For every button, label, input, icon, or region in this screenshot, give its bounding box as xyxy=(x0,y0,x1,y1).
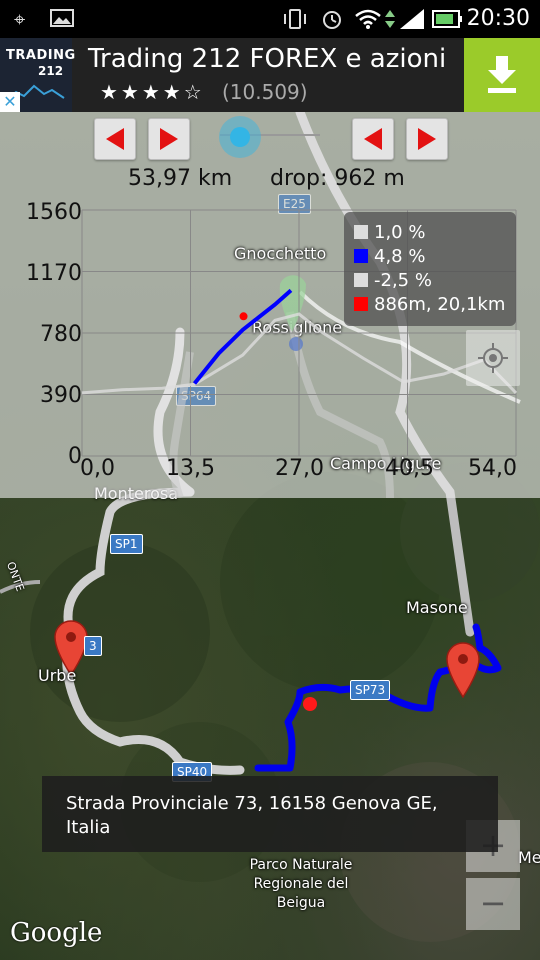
legend-swatch xyxy=(354,297,368,311)
my-location-button[interactable] xyxy=(466,330,520,386)
place-label: Me xyxy=(518,848,540,867)
series-line xyxy=(192,288,293,385)
address-popup[interactable]: Strada Provinciale 73, 16158 Genova GE, … xyxy=(42,776,498,852)
legend-item: 1,0 % xyxy=(354,222,425,248)
place-label: Urbe xyxy=(38,666,77,685)
legend-label: 1,0 % xyxy=(374,222,426,243)
legend-label: 4,8 % xyxy=(374,246,426,267)
legend-item: 886m, 20,1km xyxy=(354,294,505,320)
legend-item: -2,5 % xyxy=(354,270,432,296)
legend-swatch xyxy=(354,249,368,263)
end-marker-icon[interactable] xyxy=(444,640,482,698)
legend-item: 4,8 % xyxy=(354,246,425,272)
legend-label: -2,5 % xyxy=(374,270,432,291)
road-shield: SP73 xyxy=(350,680,391,700)
road-shield: 3 xyxy=(84,636,102,656)
my-location-icon xyxy=(478,343,508,373)
current-point-marker xyxy=(239,312,248,321)
chart-legend: 1,0 % 4,8 % -2,5 % 886m, 20,1km xyxy=(344,212,516,326)
legend-swatch xyxy=(354,273,368,287)
google-attribution: Google xyxy=(10,918,103,948)
zoom-out-button[interactable]: − xyxy=(466,878,520,930)
address-text: Strada Provinciale 73, 16158 Genova GE, … xyxy=(66,793,438,838)
legend-swatch xyxy=(354,225,368,239)
road-shield: SP1 xyxy=(110,534,143,554)
place-label: Masone xyxy=(406,598,468,617)
legend-label: 886m, 20,1km xyxy=(374,294,506,315)
park-label: Parco Naturale Regionale del Beigua xyxy=(249,857,353,911)
